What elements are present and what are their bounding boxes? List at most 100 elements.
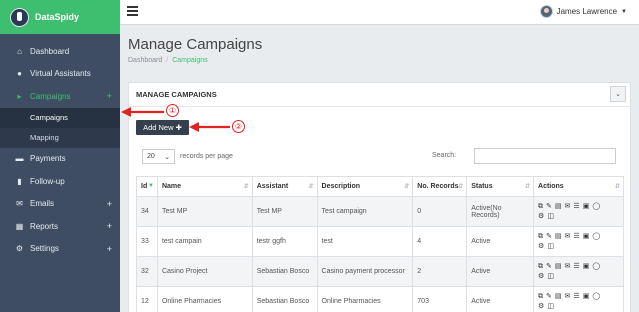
list-icon[interactable]: ☰ [573, 202, 579, 211]
trash-icon[interactable]: ◫ [547, 272, 554, 281]
file-icon[interactable]: ▤ [555, 292, 562, 301]
cell-status: Active(No Records) [466, 196, 535, 227]
sidebar-item-dashboard[interactable]: ⌂ Dashboard [0, 40, 120, 63]
sidebar-subitem-mapping[interactable]: Mapping [0, 127, 120, 148]
cell-id: 34 [136, 196, 158, 227]
list-icon[interactable]: ☰ [573, 232, 579, 241]
sidebar-item-label: Settings [30, 244, 59, 254]
list-icon[interactable]: ☰ [573, 262, 579, 271]
spinner-icon[interactable]: ◯ [592, 292, 600, 301]
envelope-icon[interactable]: ✉ [565, 202, 571, 211]
col-status[interactable]: Status ⇵ [466, 176, 535, 197]
trash-icon[interactable]: ◫ [547, 212, 554, 221]
cell-description: Test campaign [316, 196, 414, 227]
brand[interactable]: DataSpidy [0, 0, 120, 34]
col-description[interactable]: Description ⇵ [316, 176, 414, 197]
user-menu[interactable]: James Lawrence ▼ [539, 5, 627, 18]
sidebar-item-reports[interactable]: ▦ Reports + [0, 215, 120, 238]
sidebar-item-payments[interactable]: ▬ Payments [0, 148, 120, 171]
megaphone-icon: ▸ [17, 91, 22, 101]
expand-icon: + [106, 198, 112, 209]
campaigns-card: MANAGE CAMPAIGNS ⌄ Add New ✚ 20 ⌄ record… [128, 82, 631, 312]
add-new-button[interactable]: Add New ✚ [136, 120, 189, 135]
col-name[interactable]: Name ⇵ [156, 176, 253, 197]
breadcrumb-current: Campaigns [172, 57, 208, 64]
lock-icon[interactable]: ▣ [583, 292, 590, 301]
col-records[interactable]: No. Records ⇵ [412, 176, 468, 197]
sidebar-item-label: Follow-up [30, 176, 65, 186]
table-header-row: Id ▼ Name ⇵ Assistant ⇵ Description ⇵ No. Re… [136, 176, 624, 197]
breadcrumb: Dashboard / Campaigns [128, 57, 208, 64]
lock-icon[interactable]: ▣ [583, 202, 590, 211]
chevron-down-icon: ⌄ [615, 91, 621, 98]
lock-icon[interactable]: ▣ [583, 262, 590, 271]
file-icon[interactable]: ▤ [555, 262, 562, 271]
cell-assistant: Sebastian Bosco [251, 256, 318, 287]
copy-icon[interactable]: ⧉ [538, 202, 543, 211]
home-icon: ⌂ [17, 46, 22, 56]
edit-icon[interactable]: ✎ [546, 262, 552, 271]
copy-icon[interactable]: ⧉ [538, 232, 543, 241]
spinner-icon[interactable]: ◯ [592, 262, 600, 271]
sidebar-item-label: Campaigns [30, 91, 71, 101]
list-icon[interactable]: ☰ [573, 292, 579, 301]
trash-icon[interactable]: ◫ [547, 242, 554, 251]
chevron-down-icon: ⌄ [164, 153, 170, 161]
sidebar-item-virtual-assistants[interactable]: ● Virtual Assistants [0, 63, 120, 86]
cell-records: 2 [412, 256, 468, 287]
page-size-select[interactable]: 20 ⌄ [142, 149, 175, 164]
table-row: 33 test campain testr ggfh test 4 Active… [136, 226, 624, 257]
cell-name: Online Pharmacies [156, 286, 253, 312]
envelope-icon[interactable]: ✉ [565, 292, 571, 301]
cell-assistant: Test MP [251, 196, 318, 227]
edit-icon[interactable]: ✎ [546, 202, 552, 211]
cell-actions: ⧉ ✎ ▤ ✉ ☰ ▣ ◯ ⚙ ◫ [533, 256, 624, 287]
cell-assistant: testr ggfh [251, 226, 318, 257]
gear-icon[interactable]: ⚙ [538, 302, 544, 311]
avatar [539, 5, 553, 18]
sort-icon: ⇵ [525, 184, 531, 190]
cell-id: 33 [136, 226, 158, 257]
copy-icon[interactable]: ⧉ [538, 292, 543, 301]
edit-icon[interactable]: ✎ [546, 232, 552, 241]
inbox-icon: ✉ [16, 199, 23, 209]
gear-icon[interactable]: ⚙ [538, 242, 544, 251]
trash-icon[interactable]: ◫ [547, 302, 554, 311]
cell-name: Test MP [156, 196, 253, 227]
cell-actions: ⧉ ✎ ▤ ✉ ☰ ▣ ◯ ⚙ ◫ [533, 196, 624, 227]
sort-icon: ⇵ [614, 184, 620, 190]
sort-icon: ⇵ [308, 184, 314, 190]
topbar: James Lawrence ▼ [120, 0, 639, 25]
collapse-button[interactable]: ⌄ [610, 86, 626, 102]
sidebar-subitem-campaigns[interactable]: Campaigns [0, 107, 120, 128]
sidebar-item-label: Payments [30, 154, 66, 164]
gear-icon[interactable]: ⚙ [538, 272, 544, 281]
col-assistant[interactable]: Assistant ⇵ [251, 176, 318, 197]
col-id[interactable]: Id ▼ [136, 176, 158, 197]
sidebar: DataSpidy ⌂ Dashboard ● Virtual Assistan… [0, 0, 120, 312]
file-icon[interactable]: ▤ [555, 202, 562, 211]
spinner-icon[interactable]: ◯ [592, 232, 600, 241]
card-header: MANAGE CAMPAIGNS [129, 83, 630, 107]
sidebar-item-settings[interactable]: ⚙ Settings + [0, 238, 120, 261]
gear-icon[interactable]: ⚙ [538, 212, 544, 221]
gear-icon: ⚙ [15, 244, 24, 254]
copy-icon[interactable]: ⧉ [538, 262, 543, 271]
lock-icon[interactable]: ▣ [583, 232, 590, 241]
sidebar-item-emails[interactable]: ✉ Emails + [0, 193, 120, 216]
breadcrumb-link-dashboard[interactable]: Dashboard [128, 57, 162, 64]
sidebar-item-follow-up[interactable]: ▮ Follow-up [0, 170, 120, 193]
spinner-icon[interactable]: ◯ [592, 202, 600, 211]
sidebar-item-campaigns[interactable]: ▸ Campaigns + [0, 85, 120, 108]
campaigns-table: Id ▼ Name ⇵ Assistant ⇵ Description ⇵ No. Re… [136, 176, 624, 312]
expand-icon: + [106, 243, 112, 254]
page-length: 20 ⌄ records per page [142, 149, 233, 164]
cell-status: Active [466, 286, 535, 312]
menu-toggle-icon[interactable] [127, 6, 138, 16]
edit-icon[interactable]: ✎ [546, 292, 552, 301]
envelope-icon[interactable]: ✉ [565, 262, 571, 271]
search-input[interactable] [474, 148, 616, 164]
bookmark-icon: ▮ [17, 176, 22, 186]
file-icon[interactable]: ▤ [555, 232, 562, 241]
envelope-icon[interactable]: ✉ [565, 232, 571, 241]
